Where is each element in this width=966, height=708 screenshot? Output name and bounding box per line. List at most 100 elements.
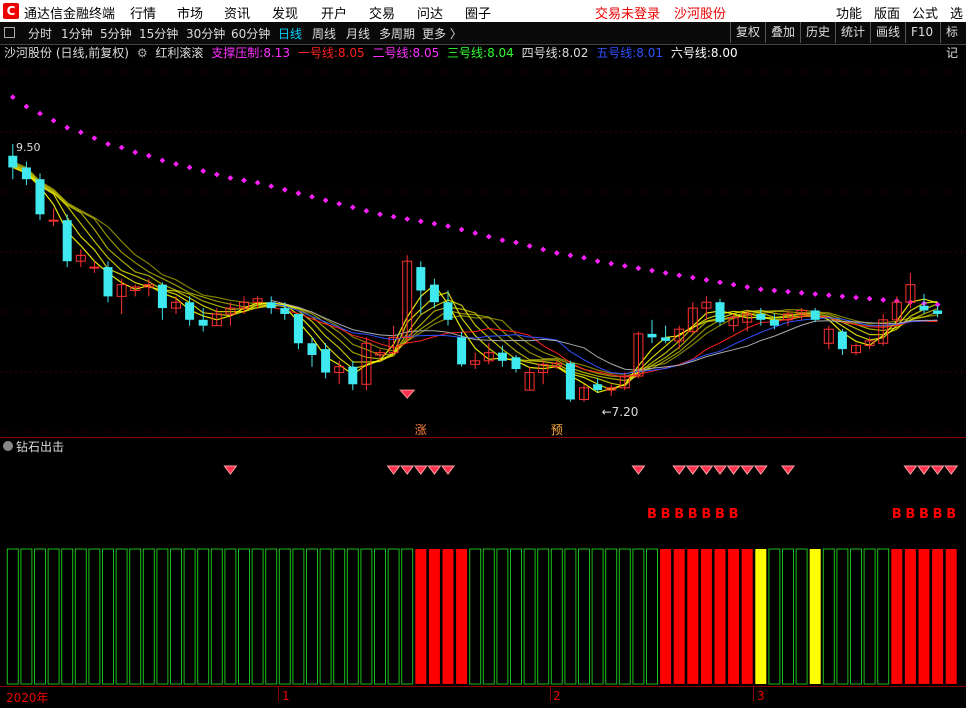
signal-bar-green <box>170 548 182 685</box>
menu-item-trade[interactable]: 交易 <box>369 3 395 22</box>
support-dot <box>186 164 193 171</box>
buy-signal-b: B <box>933 507 943 522</box>
btn-stats[interactable]: 统计 <box>835 22 870 43</box>
support-dot <box>689 274 696 281</box>
tab-60min[interactable]: 60分钟 <box>231 25 270 42</box>
candle-down <box>266 302 276 309</box>
subpanel-title: 钻石出击 <box>16 440 65 454</box>
menu-item-wenda[interactable]: 问达 <box>417 3 443 22</box>
tab-multi-period[interactable]: 多周期 <box>379 25 415 42</box>
support-dot <box>513 239 519 246</box>
diamond-signal-icon <box>753 465 768 475</box>
signal-bar-green <box>469 548 482 685</box>
candle-down <box>416 267 426 291</box>
line1-label: 一号线: <box>297 46 338 60</box>
support-dot <box>757 286 764 293</box>
signal-bar-green <box>102 548 114 685</box>
signal-bar-red <box>904 549 916 684</box>
signal-bar-green <box>61 548 74 685</box>
candle-down <box>321 349 331 373</box>
panel-toggle-icon[interactable] <box>4 27 15 38</box>
signal-bar-green <box>292 548 305 685</box>
app-logo: C <box>3 3 19 19</box>
support-dot <box>77 129 84 136</box>
signal-bar-green <box>822 548 835 685</box>
signal-bar-red <box>428 549 440 684</box>
candle-down <box>593 384 603 391</box>
candle-down <box>497 352 507 361</box>
time-divider <box>753 687 754 701</box>
subpanel-settings-icon[interactable] <box>3 441 13 451</box>
support-dot <box>50 117 57 124</box>
menu-item-market[interactable]: 市场 <box>177 3 203 22</box>
support-dot <box>254 179 261 186</box>
signal-bar-green <box>6 548 19 685</box>
diamond-strike-panel[interactable]: BBBBBBBBBBBB <box>0 454 966 686</box>
line3-value: 8.04 <box>487 46 514 60</box>
tab-monthly[interactable]: 月线 <box>346 25 370 42</box>
period-toolbar: 分时 1分钟 5分钟 15分钟 30分钟 60分钟 日线 周线 月线 多周期 更… <box>0 22 966 60</box>
menu-item-quotes[interactable]: 行情 <box>130 3 156 22</box>
buy-signal-b: B <box>661 507 671 522</box>
candle-down <box>198 319 208 326</box>
support-dot <box>268 183 275 190</box>
diamond-signal-icon <box>713 465 727 475</box>
btn-history[interactable]: 历史 <box>800 22 835 43</box>
tab-15min[interactable]: 15分钟 <box>139 25 178 42</box>
menu-item-circle[interactable]: 圈子 <box>465 3 491 22</box>
support-dot <box>349 204 356 211</box>
btn-f10[interactable]: F10 <box>905 22 938 43</box>
menu-item-formula[interactable]: 公式 <box>912 3 938 22</box>
signal-bar-green <box>197 548 210 685</box>
btn-mark[interactable]: 标记 <box>940 22 966 60</box>
menu-item-function[interactable]: 功能 <box>836 3 862 22</box>
support-dot <box>703 277 710 283</box>
tab-5min[interactable]: 5分钟 <box>100 25 132 42</box>
candle-down <box>457 337 467 365</box>
tab-30min[interactable]: 30分钟 <box>186 25 225 42</box>
signal-bar-green <box>224 548 237 685</box>
menu-item-discover[interactable]: 发现 <box>272 3 298 22</box>
support-dot <box>472 230 479 236</box>
signal-bar-green <box>836 548 849 685</box>
candle-down <box>8 155 18 168</box>
tab-timeshare[interactable]: 分时 <box>28 25 52 42</box>
settings-icon[interactable]: ⚙ <box>137 46 148 60</box>
line1-value: 8.05 <box>337 46 365 60</box>
candle-up <box>89 266 100 269</box>
support-dot <box>730 281 737 288</box>
support-dot <box>9 94 16 100</box>
buy-signal-b: B <box>647 507 657 522</box>
time-divider <box>550 687 551 701</box>
btn-overlay[interactable]: 叠加 <box>765 22 800 43</box>
menu-item-news[interactable]: 资讯 <box>224 3 250 22</box>
menu-item-layout[interactable]: 版面 <box>874 3 900 22</box>
signal-bar-green <box>47 548 60 685</box>
signal-bar-red <box>673 549 685 684</box>
support-dot <box>173 161 179 167</box>
kline-chart[interactable]: 9.50 ←7.20 涨 预 <box>0 62 966 437</box>
indicator-name[interactable]: 红利滚滚 <box>155 46 203 60</box>
support-dot <box>322 197 329 204</box>
candle-down <box>348 366 358 385</box>
tab-weekly[interactable]: 周线 <box>312 25 336 42</box>
signal-bar-green <box>877 548 890 685</box>
candle-down <box>511 357 521 370</box>
support-value: 8.13 <box>263 46 291 60</box>
high-price-label: 9.50 <box>16 141 41 154</box>
diamond-signal-icon <box>672 465 687 475</box>
menu-item-open-account[interactable]: 开户 <box>321 3 347 22</box>
btn-draw[interactable]: 画线 <box>870 22 905 43</box>
tab-1min[interactable]: 1分钟 <box>61 25 93 42</box>
trade-status[interactable]: 交易未登录 <box>595 3 660 22</box>
tab-more[interactable]: 更多 〉 <box>422 25 462 42</box>
signal-bar-green <box>591 548 604 685</box>
support-dot <box>118 144 125 151</box>
tab-daily[interactable]: 日线 <box>278 25 302 42</box>
candle-down <box>21 167 31 180</box>
subpanel-header: 钻石出击 <box>0 437 966 454</box>
diamond-signal-icon <box>400 465 415 475</box>
candle-down <box>647 333 657 338</box>
btn-adjust[interactable]: 复权 <box>730 22 765 43</box>
diamond-signal-icon <box>427 465 442 475</box>
